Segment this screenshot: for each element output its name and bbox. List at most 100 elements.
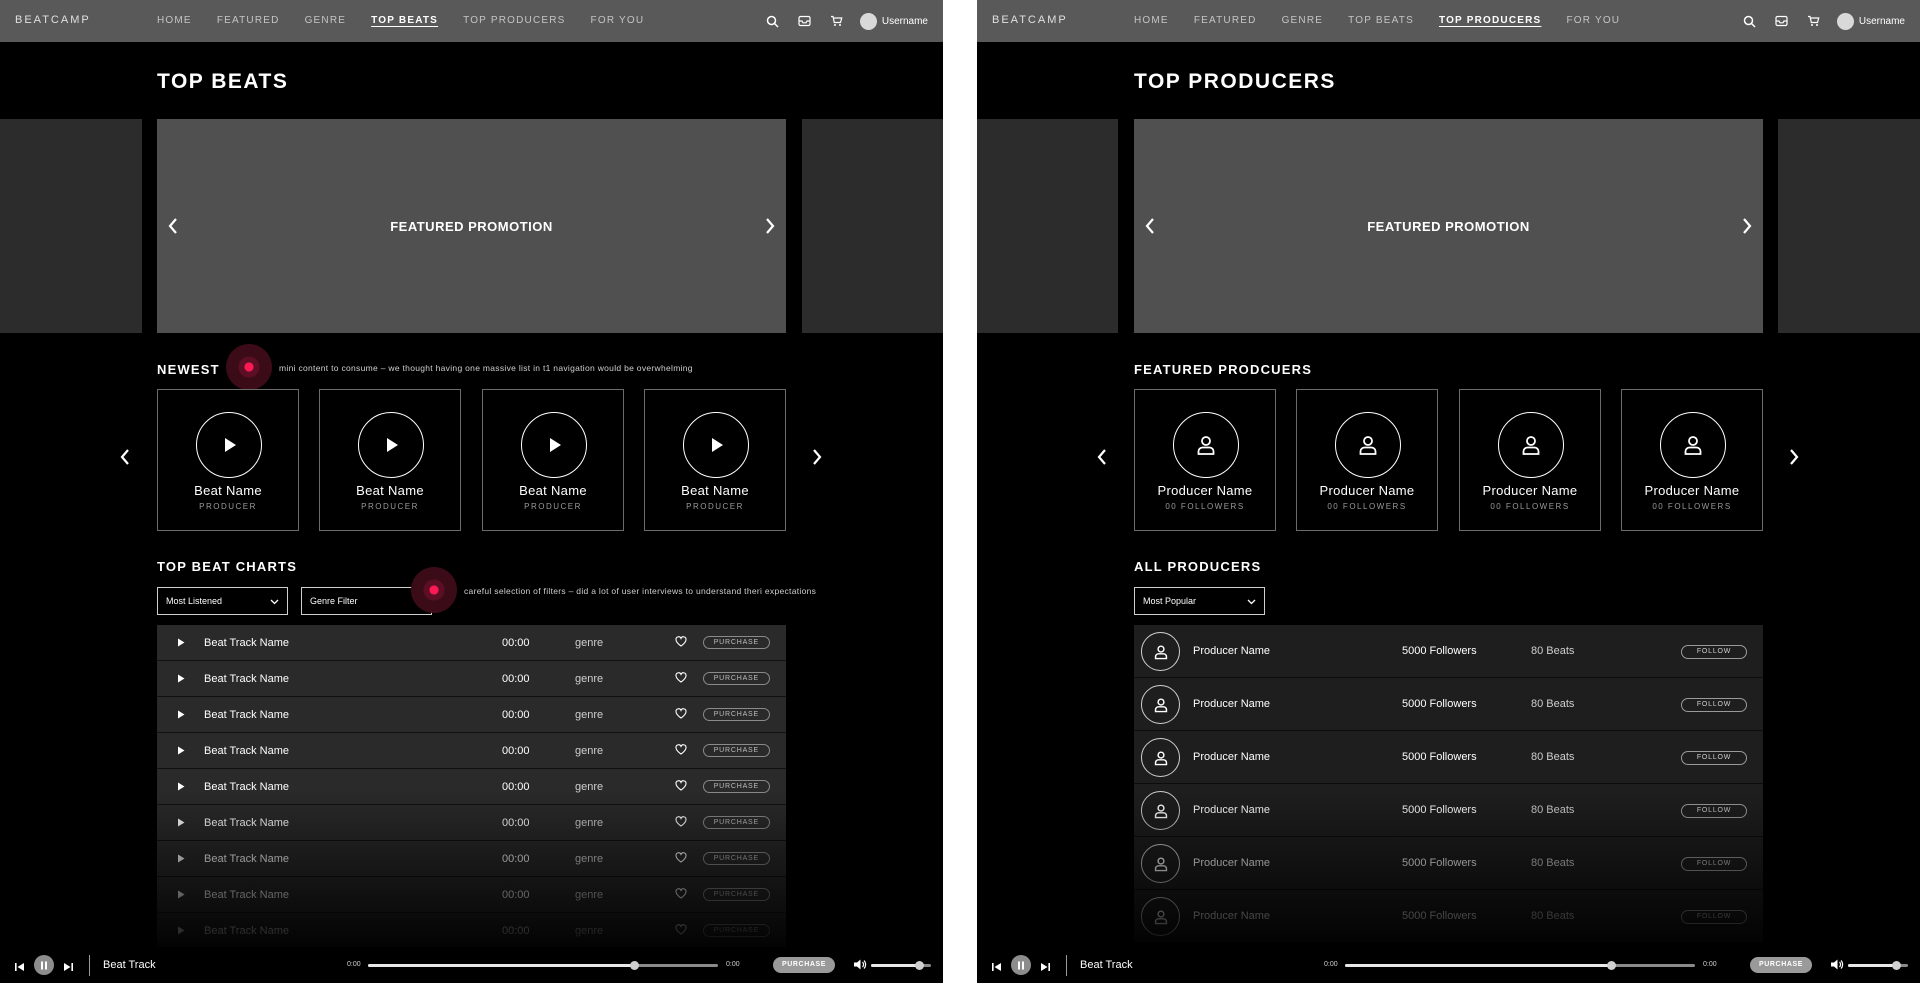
table-row[interactable]: Beat Track Name 00:00 genre PURCHASE (157, 805, 786, 841)
follow-button[interactable]: FOLLOW (1681, 751, 1747, 765)
play-icon[interactable] (177, 710, 185, 722)
heart-icon[interactable] (675, 636, 687, 650)
logo[interactable]: BEATCAMP (992, 14, 1068, 26)
skip-back-icon[interactable] (14, 959, 25, 977)
pause-button[interactable] (34, 955, 54, 975)
table-row[interactable]: Beat Track Name 00:00 genre PURCHASE (157, 877, 786, 913)
nav-featured[interactable]: FEATURED (217, 15, 280, 26)
purchase-button[interactable]: PURCHASE (702, 744, 770, 757)
table-row[interactable]: Beat Track Name 00:00 genre PURCHASE (157, 697, 786, 733)
progress-knob[interactable] (1607, 961, 1616, 970)
purchase-button[interactable]: PURCHASE (702, 924, 770, 937)
play-button[interactable] (196, 412, 262, 478)
table-row[interactable]: Beat Track Name 00:00 genre PURCHASE (157, 661, 786, 697)
avatar[interactable] (859, 12, 877, 30)
cart-icon[interactable] (1805, 12, 1823, 30)
nav-top-beats[interactable]: TOP BEATS (371, 15, 438, 26)
table-row[interactable]: Beat Track Name 00:00 genre PURCHASE (157, 841, 786, 877)
producer-card[interactable]: Producer Name 00 FOLLOWERS (1296, 389, 1438, 531)
table-row[interactable]: Producer Name 5000 Followers 80 Beats FOLLO… (1134, 625, 1763, 678)
inbox-icon[interactable] (1773, 12, 1791, 30)
beat-card[interactable]: Beat Name PRODUCER (644, 389, 786, 531)
heart-icon[interactable] (675, 852, 687, 866)
play-icon[interactable] (177, 638, 185, 650)
skip-forward-icon[interactable] (63, 959, 74, 977)
play-button[interactable] (358, 412, 424, 478)
heart-icon[interactable] (675, 780, 687, 794)
table-row[interactable]: Producer Name 5000 Followers 80 Beats FOLLO… (1134, 731, 1763, 784)
volume-slider[interactable] (871, 961, 931, 970)
volume-knob[interactable] (1892, 961, 1901, 970)
avatar[interactable] (1836, 12, 1854, 30)
nav-genre[interactable]: GENRE (305, 15, 347, 26)
search-icon[interactable] (764, 12, 782, 30)
beat-card[interactable]: Beat Name PRODUCER (319, 389, 461, 531)
play-icon[interactable] (177, 854, 185, 866)
logo[interactable]: BEATCAMP (15, 14, 91, 26)
follow-button[interactable]: FOLLOW (1681, 910, 1747, 924)
skip-back-icon[interactable] (991, 959, 1002, 977)
producer-card[interactable]: Producer Name 00 FOLLOWERS (1621, 389, 1763, 531)
nav-featured[interactable]: FEATURED (1194, 15, 1257, 26)
chevron-right-icon[interactable] (1787, 447, 1801, 467)
nav-top-producers[interactable]: TOP PRODUCERS (463, 15, 565, 26)
purchase-button[interactable]: PURCHASE (702, 636, 770, 649)
follow-button[interactable]: FOLLOW (1681, 645, 1747, 659)
inbox-icon[interactable] (796, 12, 814, 30)
username[interactable]: Username (882, 16, 928, 27)
producer-card[interactable]: Producer Name 00 FOLLOWERS (1459, 389, 1601, 531)
volume-icon[interactable] (1830, 958, 1844, 976)
purchase-button[interactable]: PURCHASE (702, 816, 770, 829)
table-row[interactable]: Producer Name 5000 Followers 80 Beats FOLLO… (1134, 890, 1763, 943)
volume-knob[interactable] (915, 961, 924, 970)
sort-select[interactable]: Most Popular (1134, 587, 1265, 615)
volume-icon[interactable] (853, 958, 867, 976)
beat-card[interactable]: Beat Name PRODUCER (157, 389, 299, 531)
volume-slider[interactable] (1848, 961, 1908, 970)
play-icon[interactable] (177, 818, 185, 830)
table-row[interactable]: Beat Track Name 00:00 genre PURCHASE (157, 733, 786, 769)
follow-button[interactable]: FOLLOW (1681, 804, 1747, 818)
username[interactable]: Username (1859, 16, 1905, 27)
purchase-button[interactable]: PURCHASE (702, 852, 770, 865)
table-row[interactable]: Producer Name 5000 Followers 80 Beats FOLLO… (1134, 837, 1763, 890)
nav-for-you[interactable]: FOR YOU (1566, 15, 1620, 26)
table-row[interactable]: Producer Name 5000 Followers 80 Beats FOLLO… (1134, 784, 1763, 837)
chevron-left-icon[interactable] (118, 447, 132, 467)
progress-bar[interactable] (368, 961, 718, 970)
play-button[interactable] (683, 412, 749, 478)
skip-forward-icon[interactable] (1040, 959, 1051, 977)
search-icon[interactable] (1741, 12, 1759, 30)
play-icon[interactable] (177, 782, 185, 794)
heart-icon[interactable] (675, 672, 687, 686)
purchase-button[interactable]: PURCHASE (702, 780, 770, 793)
play-icon[interactable] (177, 926, 185, 938)
progress-knob[interactable] (630, 961, 639, 970)
purchase-button[interactable]: PURCHASE (1750, 957, 1812, 973)
purchase-button[interactable]: PURCHASE (702, 888, 770, 901)
chevron-right-icon[interactable] (1739, 216, 1755, 236)
nav-home[interactable]: HOME (1134, 15, 1169, 26)
heart-icon[interactable] (675, 744, 687, 758)
nav-top-beats[interactable]: TOP BEATS (1348, 15, 1414, 26)
sort-select[interactable]: Most Listened (157, 587, 288, 615)
nav-home[interactable]: HOME (157, 15, 192, 26)
producer-card[interactable]: Producer Name 00 FOLLOWERS (1134, 389, 1276, 531)
nav-genre[interactable]: GENRE (1282, 15, 1324, 26)
heart-icon[interactable] (675, 888, 687, 902)
purchase-button[interactable]: PURCHASE (702, 672, 770, 685)
play-icon[interactable] (177, 746, 185, 758)
chevron-right-icon[interactable] (762, 216, 778, 236)
cart-icon[interactable] (828, 12, 846, 30)
purchase-button[interactable]: PURCHASE (773, 957, 835, 973)
nav-top-producers[interactable]: TOP PRODUCERS (1439, 15, 1541, 26)
table-row[interactable]: Beat Track Name 00:00 genre PURCHASE (157, 625, 786, 661)
heart-icon[interactable] (675, 708, 687, 722)
follow-button[interactable]: FOLLOW (1681, 698, 1747, 712)
beat-card[interactable]: Beat Name PRODUCER (482, 389, 624, 531)
play-icon[interactable] (177, 674, 185, 686)
nav-for-you[interactable]: FOR YOU (591, 15, 645, 26)
featured-promotion[interactable]: FEATURED PROMOTION (1134, 119, 1763, 333)
table-row[interactable]: Producer Name 5000 Followers 80 Beats FOLLO… (1134, 678, 1763, 731)
chevron-right-icon[interactable] (810, 447, 824, 467)
